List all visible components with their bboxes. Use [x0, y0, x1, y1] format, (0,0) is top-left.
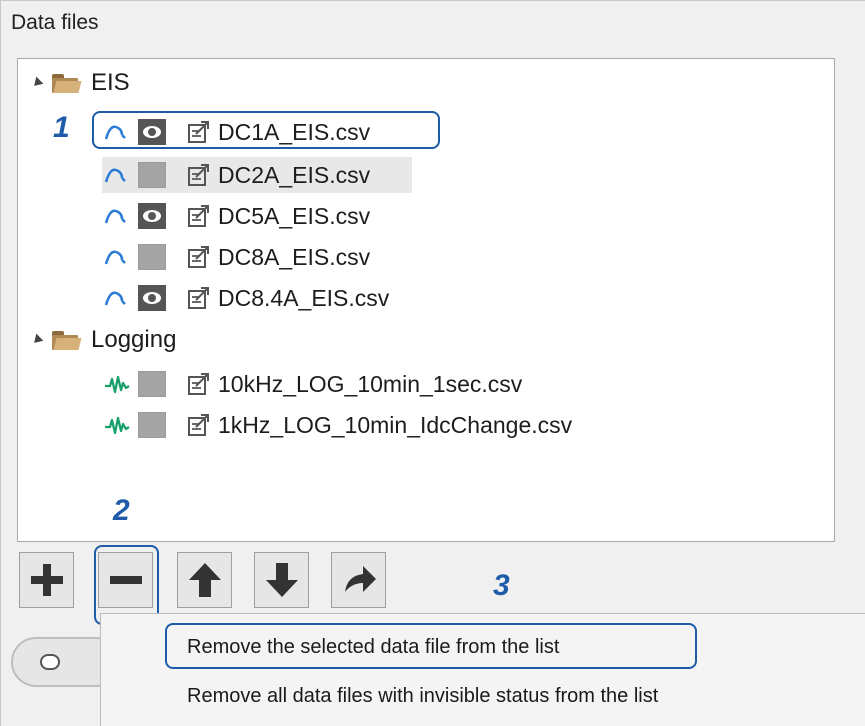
- file-name: DC5A_EIS.csv: [218, 202, 371, 229]
- file-row[interactable]: DC5A_EIS.csv: [102, 198, 370, 234]
- file-row[interactable]: 1kHz_LOG_10min_IdcChange.csv: [102, 407, 572, 443]
- annotation-highlight-menu-item: [165, 623, 697, 669]
- plus-icon: [30, 564, 63, 596]
- file-name: 10kHz_LOG_10min_1sec.csv: [218, 370, 523, 397]
- open-external-icon[interactable]: [186, 371, 212, 397]
- data-files-panel: Data files EIS DC1A_EIS.csv DC2A_EIS.csv: [0, 0, 865, 726]
- arrow-down-icon: [265, 563, 298, 597]
- arrow-right-icon: [344, 566, 376, 592]
- file-name: DC8.4A_EIS.csv: [218, 284, 390, 311]
- visible-eye-icon[interactable]: [138, 285, 166, 311]
- folder-icon: [52, 329, 82, 351]
- hidden-status-icon[interactable]: [138, 244, 166, 270]
- logging-waveform-icon: [105, 375, 130, 394]
- open-external-icon[interactable]: [186, 412, 212, 438]
- annotation-step-2: 2: [113, 494, 130, 527]
- open-external-icon[interactable]: [186, 162, 212, 188]
- data-files-tree[interactable]: EIS DC1A_EIS.csv DC2A_EIS.csv DC5A_EIS.c…: [17, 58, 835, 542]
- open-external-icon[interactable]: [186, 203, 212, 229]
- add-file-button[interactable]: [19, 552, 74, 608]
- eis-curve-icon: [104, 209, 126, 224]
- eis-curve-icon: [104, 291, 126, 306]
- expand-arrow-icon[interactable]: [30, 76, 44, 90]
- context-menu: Remove the selected data file from the l…: [100, 613, 865, 726]
- hidden-status-icon[interactable]: [138, 162, 166, 188]
- export-button[interactable]: [331, 552, 386, 608]
- tree-group-eis[interactable]: EIS: [30, 65, 130, 101]
- tree-group-logging[interactable]: Logging: [30, 322, 177, 358]
- annotation-step-1: 1: [53, 111, 70, 144]
- annotation-step-3: 3: [493, 569, 510, 602]
- file-row[interactable]: 10kHz_LOG_10min_1sec.csv: [102, 366, 522, 402]
- panel-title: Data files: [11, 11, 99, 34]
- file-name: DC8A_EIS.csv: [218, 243, 371, 270]
- logging-waveform-icon: [105, 416, 130, 435]
- file-name: 1kHz_LOG_10min_IdcChange.csv: [218, 411, 573, 438]
- group-label: EIS: [91, 69, 130, 96]
- annotation-highlight-row: [92, 111, 440, 149]
- file-row[interactable]: DC2A_EIS.csv: [102, 157, 370, 193]
- group-label: Logging: [91, 326, 177, 353]
- hidden-status-icon[interactable]: [138, 371, 166, 397]
- eis-curve-icon: [104, 168, 126, 183]
- visible-eye-icon[interactable]: [138, 203, 166, 229]
- file-name: DC2A_EIS.csv: [218, 161, 371, 188]
- eis-curve-icon: [104, 250, 126, 265]
- open-external-icon[interactable]: [186, 285, 212, 311]
- file-row[interactable]: DC8A_EIS.csv: [102, 239, 370, 275]
- expand-arrow-icon[interactable]: [30, 333, 44, 347]
- hidden-status-icon[interactable]: [138, 412, 166, 438]
- move-up-button[interactable]: [177, 552, 232, 608]
- menu-item-remove-invisible[interactable]: Remove all data files with invisible sta…: [187, 685, 658, 708]
- arrow-up-icon: [188, 563, 221, 597]
- file-row[interactable]: DC8.4A_EIS.csv: [102, 280, 389, 316]
- open-external-icon[interactable]: [186, 244, 212, 270]
- folder-icon: [52, 72, 82, 94]
- move-down-button[interactable]: [254, 552, 309, 608]
